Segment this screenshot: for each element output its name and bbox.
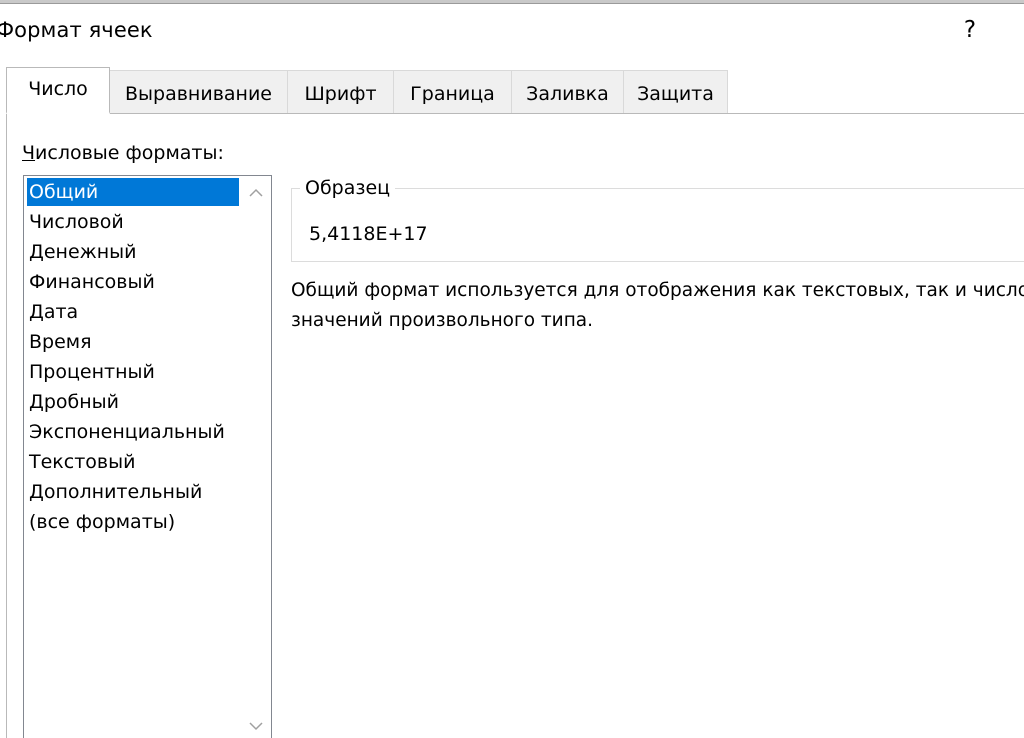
list-item-custom[interactable]: (все форматы): [27, 508, 239, 536]
format-cells-dialog: Формат ячеек ? Число Выравнивание Шрифт …: [0, 0, 1024, 738]
list-item-scientific[interactable]: Экспоненциальный: [27, 418, 239, 446]
chevron-down-icon: [249, 719, 263, 735]
list-scrollbar[interactable]: [241, 176, 271, 738]
tab-border[interactable]: Граница: [394, 70, 512, 114]
list-item-fraction[interactable]: Дробный: [27, 388, 239, 416]
tab-strip: Число Выравнивание Шрифт Граница Заливка…: [0, 52, 1024, 114]
tab-font[interactable]: Шрифт: [288, 70, 394, 114]
list-item-accounting[interactable]: Финансовый: [27, 268, 239, 296]
dialog-title: Формат ячеек: [0, 18, 153, 42]
tab-protection[interactable]: Защита: [624, 70, 728, 114]
sample-group: Образец 5,4118E+17: [291, 177, 1024, 262]
list-item-currency[interactable]: Денежный: [27, 238, 239, 266]
list-item-percentage[interactable]: Процентный: [27, 358, 239, 386]
description-line-2: значений произвольного типа.: [291, 310, 594, 331]
sample-legend: Образец: [300, 177, 396, 199]
list-item-date[interactable]: Дата: [27, 298, 239, 326]
tab-fill[interactable]: Заливка: [512, 70, 624, 114]
tab-number[interactable]: Число: [6, 67, 110, 114]
number-format-list[interactable]: Общий Числовой Денежный Финансовый Дата …: [23, 175, 272, 738]
list-item-text[interactable]: Текстовый: [27, 448, 239, 476]
description-line-1: Общий формат используется для отображени…: [291, 280, 1024, 301]
access-key-letter: Ч: [22, 142, 36, 164]
list-item-number[interactable]: Числовой: [27, 208, 239, 236]
chevron-up-icon: [249, 185, 263, 201]
help-button[interactable]: ?: [950, 12, 990, 48]
scroll-up-button[interactable]: [241, 178, 271, 208]
format-description: Общий формат используется для отображени…: [291, 276, 1024, 336]
list-item-general[interactable]: Общий: [27, 178, 239, 206]
title-bar[interactable]: Формат ячеек ?: [0, 4, 1024, 52]
number-formats-label: Числовые форматы:: [22, 142, 224, 164]
number-formats-label-text: исловые форматы:: [35, 142, 224, 164]
tabs: Число Выравнивание Шрифт Граница Заливка…: [6, 67, 728, 114]
list-item-special[interactable]: Дополнительный: [27, 478, 239, 506]
tab-alignment[interactable]: Выравнивание: [110, 70, 288, 114]
sample-value: 5,4118E+17: [309, 223, 428, 245]
scroll-down-button[interactable]: [241, 712, 271, 738]
list-item-time[interactable]: Время: [27, 328, 239, 356]
